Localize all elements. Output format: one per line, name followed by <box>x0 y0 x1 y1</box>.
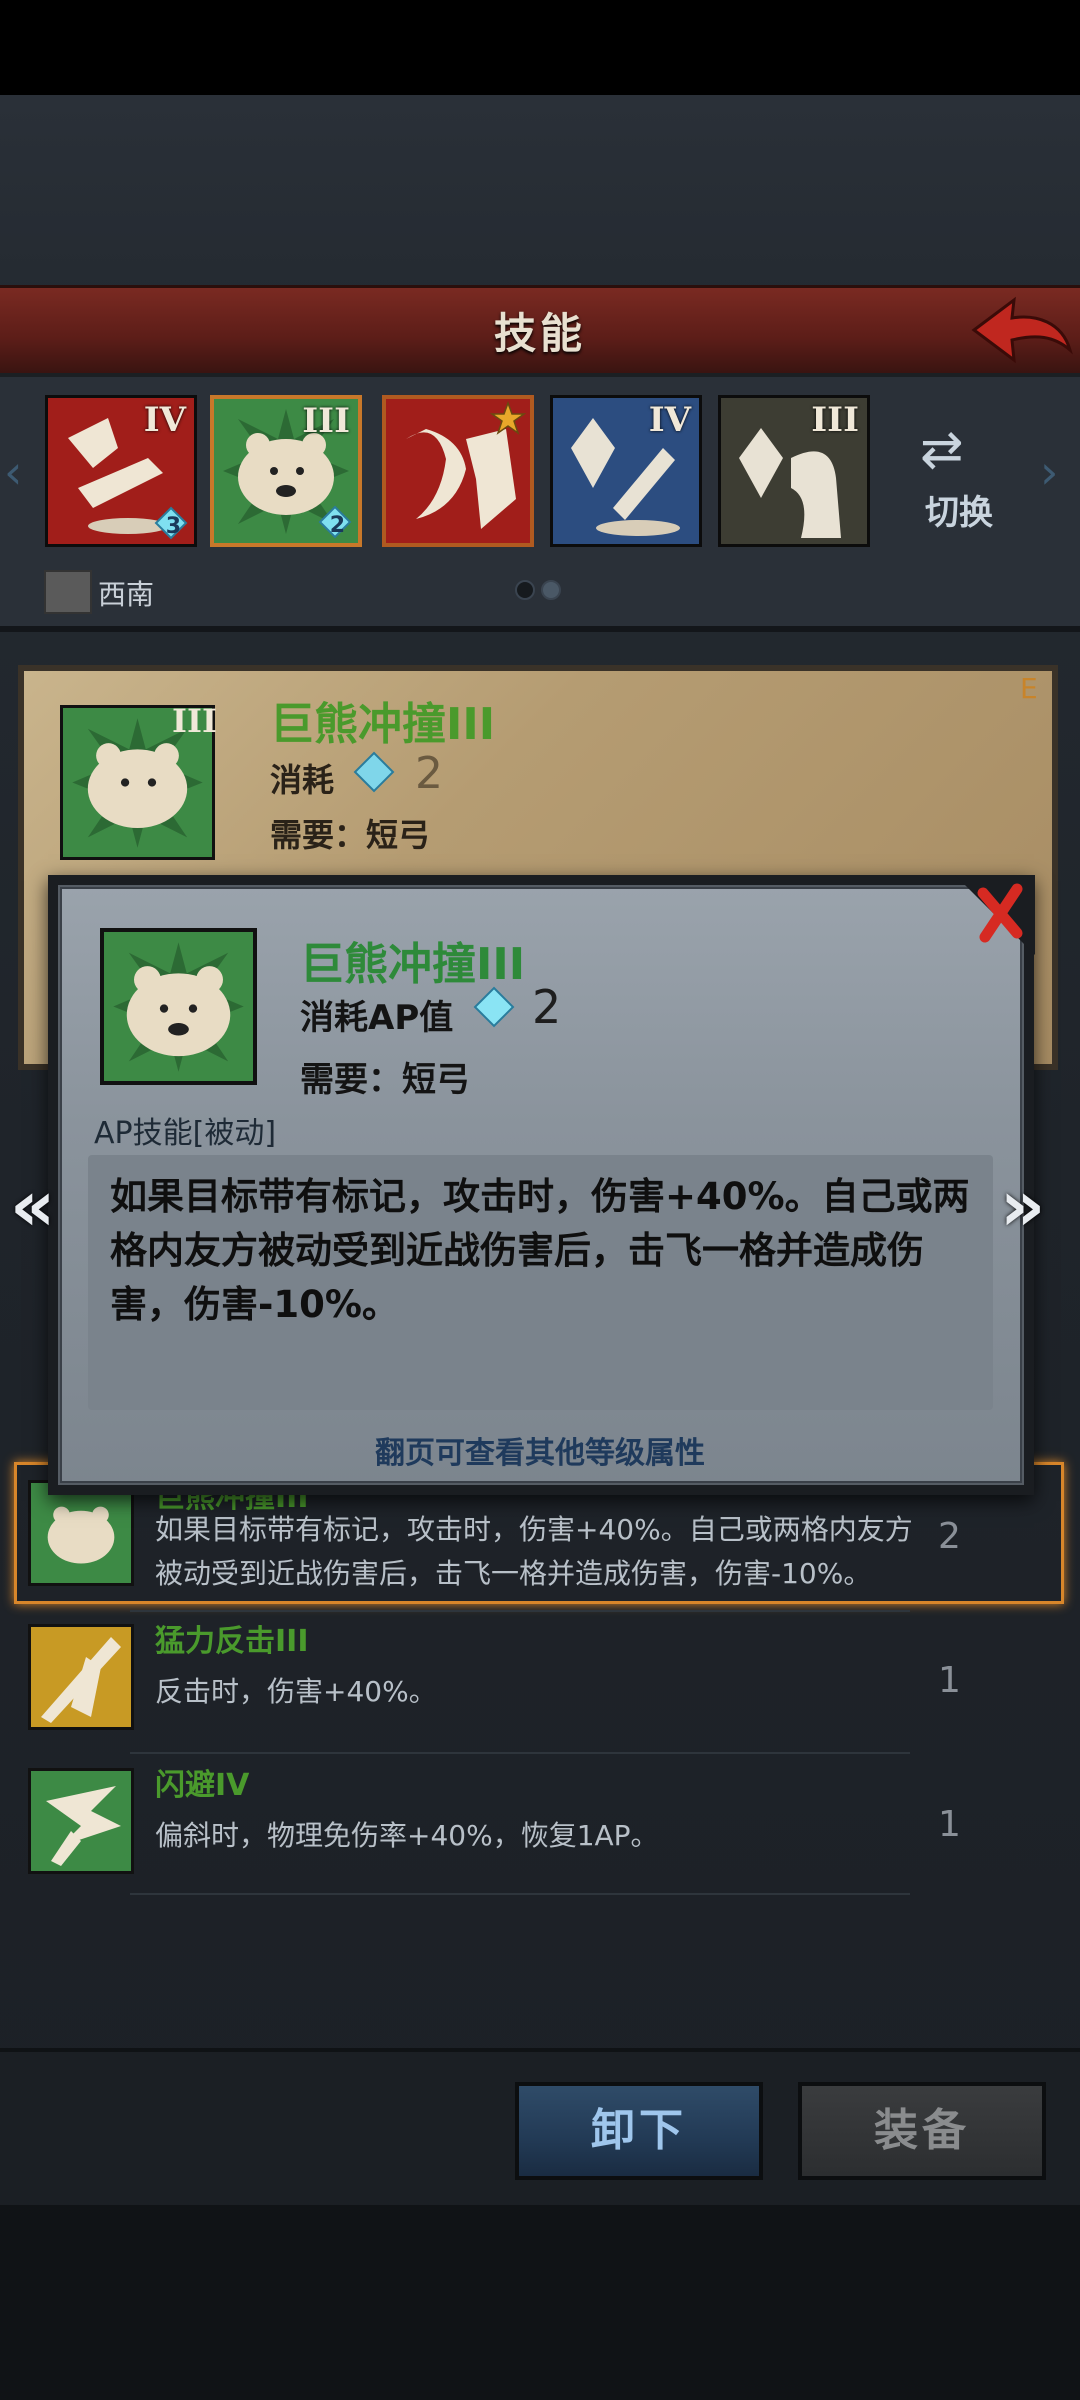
slot-level-roman: IV <box>648 400 691 440</box>
close-icon <box>955 875 1035 955</box>
skill-slot-2[interactable]: III 2 <box>210 395 362 547</box>
slot-level-roman: III <box>811 400 859 440</box>
skill-slot-4[interactable]: IV <box>550 395 702 547</box>
gem-icon <box>353 751 395 793</box>
list-skill-desc: 如果目标带有标记，攻击时，伤害+40%。自己或两格内友方被动受到近战伤害后，击飞… <box>155 1513 913 1590</box>
skill-slot-1[interactable]: IV 3 <box>45 395 197 547</box>
bear-icon <box>104 932 253 1081</box>
status-bar-area <box>0 0 1080 95</box>
modal-cost-label: 消耗AP值 <box>300 998 454 1038</box>
next-page-arrow-icon[interactable]: » <box>1000 1165 1045 1247</box>
slot-level-roman: IV <box>143 400 186 440</box>
modal-cost-value: 2 <box>532 980 562 1034</box>
bottom-area <box>0 2205 1080 2400</box>
skill-list-item[interactable]: 猛力反击III 反击时，伤害+40%。 1 <box>20 1612 1060 1742</box>
page-title: 技能 <box>493 309 586 358</box>
list-skill-desc: 反击时，伤害+40%。 <box>155 1675 437 1708</box>
counter-strike-icon <box>31 1627 131 1727</box>
close-button[interactable] <box>955 875 1035 955</box>
list-skill-level: 2 <box>938 1516 961 1557</box>
slot-gem-count: 3 <box>165 514 181 539</box>
modal-description: 如果目标带有标记，攻击时，伤害+40%。自己或两格内友方被动受到近战伤害后，击飞… <box>110 1175 970 1326</box>
list-skill-icon <box>28 1624 134 1730</box>
region-label: 西南 <box>98 578 155 611</box>
list-skill-icon <box>28 1480 134 1586</box>
switch-button[interactable]: 切换 <box>925 485 993 534</box>
detail-skill-title: 巨熊冲撞III <box>270 699 496 750</box>
detail-requirement: 需要：短弓 <box>270 816 431 854</box>
back-button[interactable] <box>966 292 1076 372</box>
skill-slot-3[interactable] <box>382 395 534 547</box>
modal-requirement: 需要：短弓 <box>300 1060 470 1100</box>
back-arrow-icon <box>971 296 1073 364</box>
modal-skill-type: AP技能[被动] <box>94 1116 277 1151</box>
page-dot <box>515 580 535 600</box>
detail-cost-value: 2 <box>415 748 443 799</box>
slot-gem-count: 2 <box>329 513 345 538</box>
list-skill-name: 闪避IV <box>155 1768 250 1803</box>
row-divider <box>130 1752 910 1754</box>
prev-page-arrow-icon[interactable]: « <box>10 1165 55 1247</box>
detail-cost-label: 消耗 <box>270 761 335 799</box>
detail-level-roman: III <box>172 702 217 740</box>
modal-skill-title: 巨熊冲撞III <box>300 939 526 990</box>
slot-level-roman: III <box>302 401 350 441</box>
list-skill-level: 1 <box>938 1804 961 1845</box>
skill-list-item[interactable]: 闪避IV 偏斜时，物理免伤率+40%，恢复1AP。 1 <box>20 1756 1060 1886</box>
detail-corner-tag: E <box>1020 672 1038 705</box>
page-indicator <box>512 580 564 604</box>
equip-button[interactable]: 装备 <box>798 2082 1046 2180</box>
unequip-button[interactable]: 卸下 <box>515 2082 763 2180</box>
list-skill-level: 1 <box>938 1660 961 1701</box>
page-dot-active <box>541 580 561 600</box>
list-skill-icon <box>28 1768 134 1874</box>
row-divider <box>130 1893 910 1895</box>
region-map-icon <box>44 570 92 614</box>
swap-arrows-icon[interactable]: ⇄ <box>920 420 964 480</box>
star-icon <box>490 401 526 435</box>
skill-slot-5[interactable]: III <box>718 395 870 547</box>
modal-skill-icon <box>100 928 257 1085</box>
modal-page-hint: 翻页可查看其他等级属性 <box>375 1436 705 1471</box>
gem-icon <box>473 986 515 1028</box>
dodge-icon <box>31 1771 131 1871</box>
list-skill-desc: 偏斜时，物理免伤率+40%，恢复1AP。 <box>155 1819 659 1852</box>
bear-icon <box>31 1483 131 1583</box>
list-skill-name: 猛力反击III <box>155 1624 309 1659</box>
strip-left-arrow-icon[interactable]: ‹ <box>4 445 22 499</box>
strip-right-arrow-icon[interactable]: › <box>1040 445 1058 499</box>
